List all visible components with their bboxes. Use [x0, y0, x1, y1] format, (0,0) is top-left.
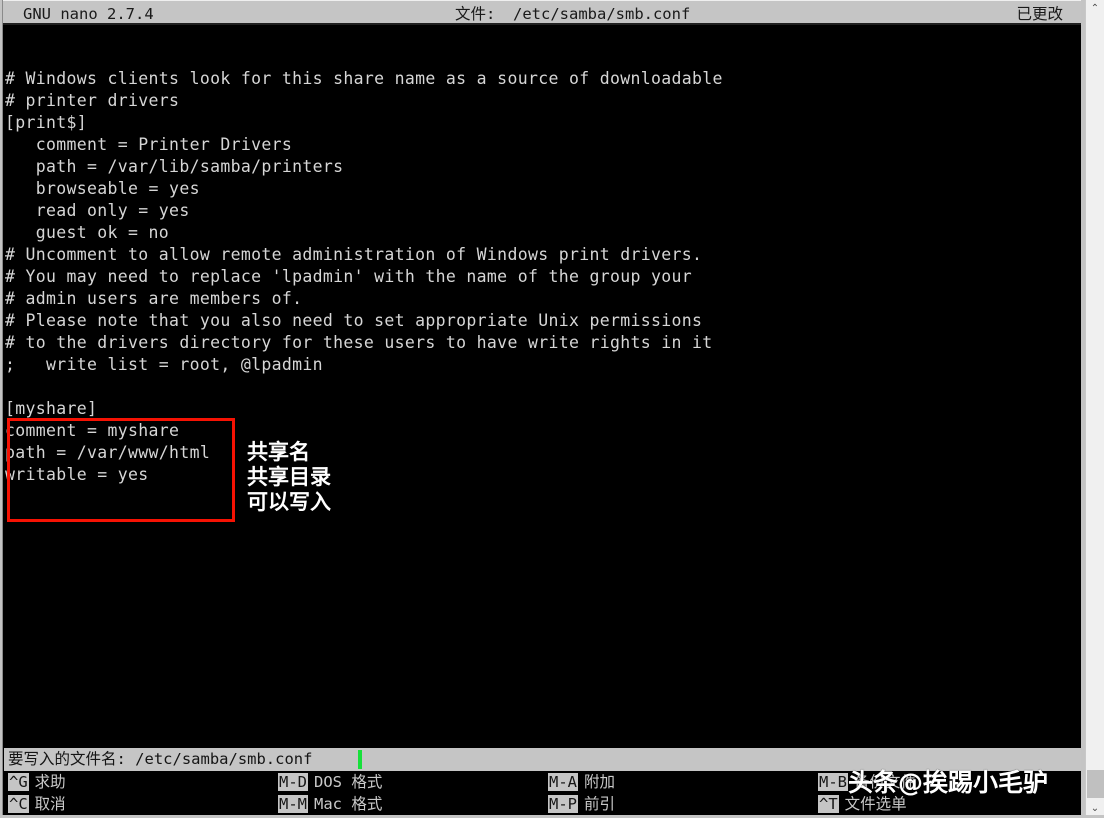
code-line: # Please note that you also need to set … — [5, 311, 703, 330]
annotation-label-group: 共享名 共享目录 可以写入 — [247, 440, 331, 515]
code-line: comment = Printer Drivers — [5, 135, 293, 154]
code-line: read only = yes — [5, 201, 190, 220]
annotation-label: 共享目录 — [247, 465, 331, 489]
shortcut-description: 前引 — [584, 795, 616, 813]
shortcut-item[interactable]: M-P 前引 — [548, 793, 615, 815]
shortcut-item[interactable]: ^C 取消 — [8, 793, 66, 815]
shortcut-item[interactable]: M-A 附加 — [548, 771, 615, 793]
shortcut-key: M-B — [818, 773, 848, 791]
annotation-label: 可以写入 — [247, 490, 331, 514]
nano-editor-window: GNU nano 2.7.4 文件: /etc/samba/smb.conf 已… — [0, 0, 1104, 818]
app-version-label: GNU nano 2.7.4 — [23, 5, 154, 23]
file-path-label: /etc/samba/smb.conf — [513, 5, 691, 23]
shortcut-item[interactable]: M-M Mac 格式 — [278, 793, 382, 815]
file-label: 文件: — [455, 5, 496, 23]
code-line: writable = yes — [5, 465, 149, 484]
titlebar: GNU nano 2.7.4 文件: /etc/samba/smb.conf 已… — [3, 0, 1085, 25]
code-line: comment = myshare — [5, 421, 180, 440]
code-line: path = /var/www/html — [5, 443, 211, 462]
code-line: browseable = yes — [5, 179, 200, 198]
shortcut-description: Mac 格式 — [314, 795, 383, 813]
watermark-text: 头条@挨踢小毛驴 — [848, 768, 1049, 797]
text-cursor — [358, 750, 362, 769]
scroll-up-chevron-icon[interactable]: ⌃ — [1086, 0, 1104, 18]
shortcut-description: 取消 — [34, 795, 66, 813]
shortcut-description: 附加 — [584, 773, 616, 791]
code-line: # Windows clients look for this share na… — [5, 69, 723, 88]
code-line: # printer drivers — [5, 91, 180, 110]
code-line: [print$] — [5, 113, 88, 132]
code-line: guest ok = no — [5, 223, 170, 242]
shortcut-description: 求助 — [34, 773, 66, 791]
annotation-label: 共享名 — [247, 440, 310, 464]
editor-text-area[interactable]: # Windows clients look for this share na… — [4, 27, 1085, 746]
shortcut-item[interactable]: ^G 求助 — [8, 771, 66, 793]
code-line: [myshare] — [5, 399, 98, 418]
shortcut-description: DOS 格式 — [314, 773, 383, 791]
shortcut-key: M-A — [548, 773, 578, 791]
shortcut-key: ^T — [818, 795, 839, 813]
code-line: # to the drivers directory for these use… — [5, 333, 713, 352]
shortcut-key: M-M — [278, 795, 308, 813]
shortcut-key: M-P — [548, 795, 578, 813]
filename-prompt-text: 要写入的文件名: /etc/samba/smb.conf — [8, 750, 313, 768]
window-left-border — [0, 0, 3, 818]
code-line-list: # Windows clients look for this share na… — [4, 68, 1085, 486]
scrollbar-thumb[interactable] — [1087, 770, 1104, 798]
code-line: # Uncomment to allow remote administrati… — [5, 245, 703, 264]
shortcut-key: M-D — [278, 773, 308, 791]
code-line: # admin users are members of. — [5, 289, 303, 308]
modified-flag-label: 已更改 — [1016, 5, 1063, 23]
shortcut-key: ^G — [8, 773, 29, 791]
code-line: # You may need to replace 'lpadmin' with… — [5, 267, 693, 286]
vertical-scrollbar[interactable]: ⌃ ⌄ — [1085, 0, 1104, 818]
code-line: path = /var/lib/samba/printers — [5, 157, 344, 176]
code-line: ; write list = root, @lpadmin — [5, 355, 323, 374]
shortcut-key: ^C — [8, 795, 29, 813]
shortcut-item[interactable]: M-D DOS 格式 — [278, 771, 382, 793]
